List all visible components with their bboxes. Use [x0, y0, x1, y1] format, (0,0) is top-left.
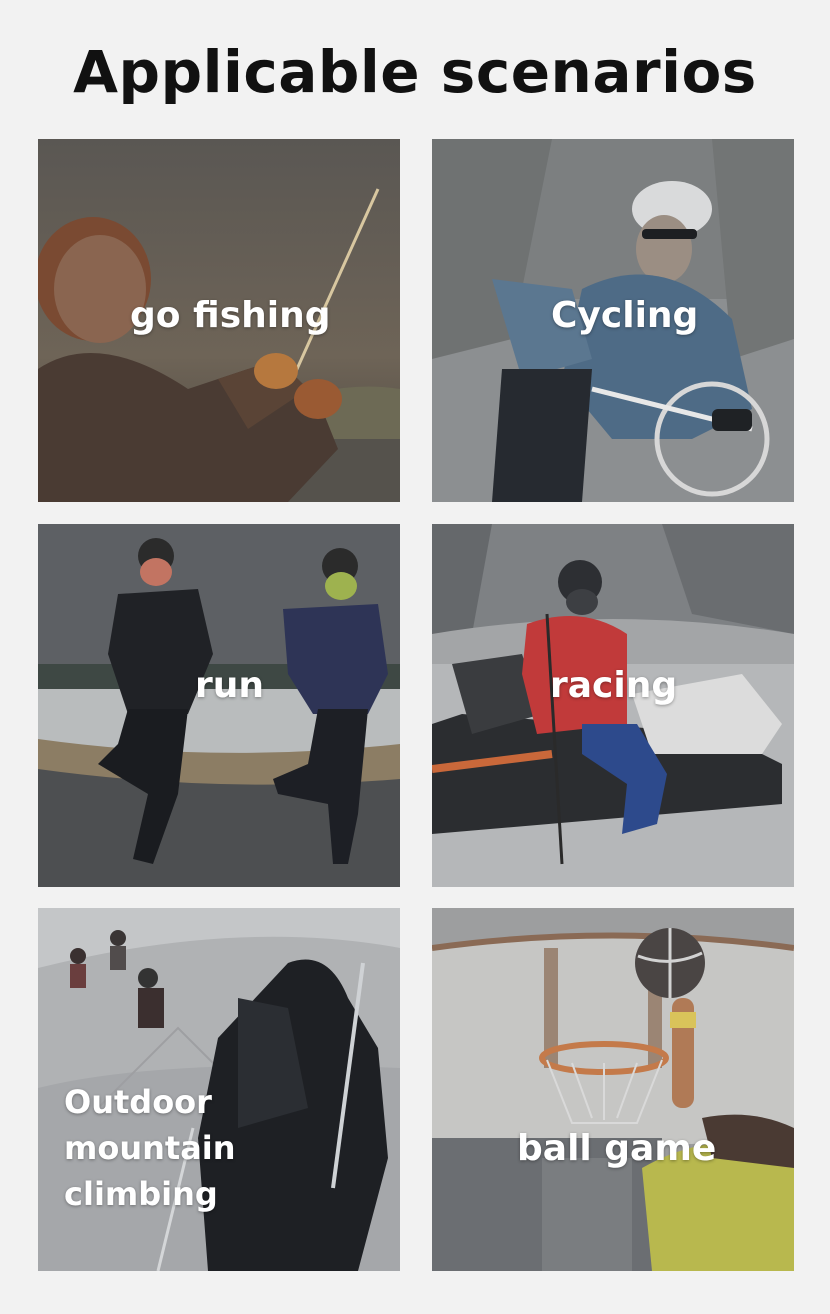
scenario-card-fishing: go fishing	[38, 139, 400, 502]
scenario-card-racing: racing	[432, 524, 794, 887]
scenario-card-cycling: Cycling	[432, 139, 794, 502]
scenario-card-ballgame: ball game	[432, 908, 794, 1271]
scenario-label-climbing: Outdoor mountain climbing	[64, 1083, 236, 1213]
page-title: Applicable scenarios	[73, 38, 757, 106]
scenario-label-racing: racing	[550, 665, 678, 706]
scenario-card-climbing: Outdoor mountain climbing	[38, 908, 400, 1271]
scenario-label-ballgame: ball game	[517, 1128, 717, 1169]
scenario-label-cycling: Cycling	[551, 295, 699, 336]
scenario-label-fishing: go fishing	[130, 295, 331, 336]
scenario-card-run: run	[38, 524, 400, 887]
scenario-label-run: run	[195, 665, 265, 706]
basketball-photo	[432, 908, 794, 1271]
